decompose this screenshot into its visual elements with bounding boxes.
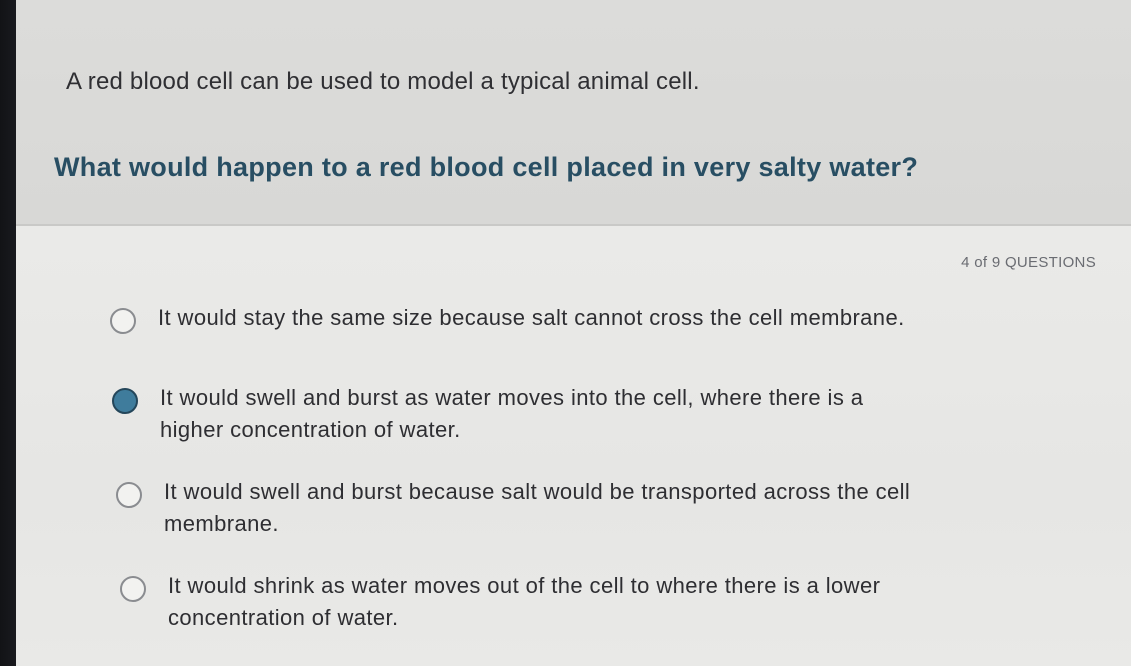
answer-option-text: It would swell and burst because salt wo…: [164, 476, 910, 540]
answer-option-line: membrane.: [164, 511, 279, 536]
answer-option-line: concentration of water.: [168, 605, 399, 630]
question-text: What would happen to a red blood cell pl…: [54, 152, 919, 182]
question-intro-text: A red blood cell can be used to model a …: [66, 68, 700, 95]
radio-button-icon[interactable]: [110, 308, 136, 334]
question-prompt-panel: A red blood cell can be used to model a …: [16, 0, 1131, 226]
radio-button-selected-icon[interactable]: [112, 388, 138, 414]
answer-option-line: It would stay the same size because salt…: [158, 305, 905, 330]
answer-option-line: It would swell and burst as water moves …: [160, 385, 864, 410]
quiz-screen: A red blood cell can be used to model a …: [16, 0, 1131, 666]
answer-option-line: It would shrink as water moves out of th…: [168, 573, 881, 598]
radio-button-icon[interactable]: [120, 576, 146, 602]
answer-option-line: It would swell and burst because salt wo…: [164, 479, 911, 504]
answer-choices-panel: 4 of 9 QUESTIONS It would stay the same …: [16, 226, 1131, 666]
answer-option-line: higher concentration of water.: [160, 417, 461, 442]
question-progress-label: 4 of 9 QUESTIONS: [961, 254, 1096, 271]
answer-option-text: It would shrink as water moves out of th…: [168, 570, 880, 634]
radio-button-icon[interactable]: [116, 482, 142, 508]
answer-option-text: It would stay the same size because salt…: [158, 302, 905, 334]
answer-option-text: It would swell and burst as water moves …: [160, 382, 863, 446]
